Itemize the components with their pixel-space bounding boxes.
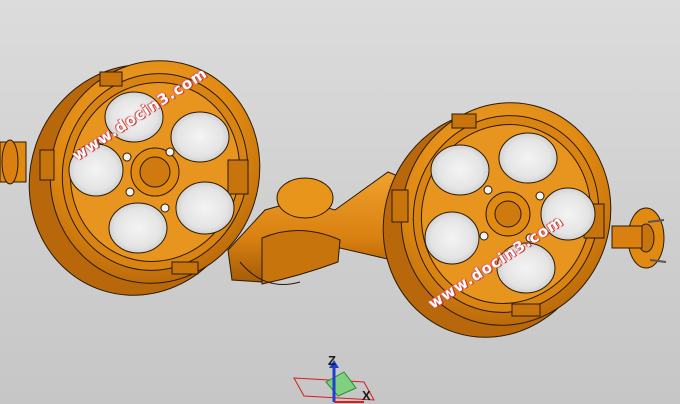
right-filter-wheel: [382, 102, 667, 338]
cad-model[interactable]: [0, 0, 680, 404]
cad-viewport[interactable]: www.docin3.com www.docin3.com Z X: [0, 0, 680, 404]
z-axis-label: Z: [328, 353, 336, 368]
axis-triad: Z X: [286, 352, 386, 404]
x-axis-label: X: [362, 388, 371, 403]
axis-triad-icon: [293, 360, 375, 403]
